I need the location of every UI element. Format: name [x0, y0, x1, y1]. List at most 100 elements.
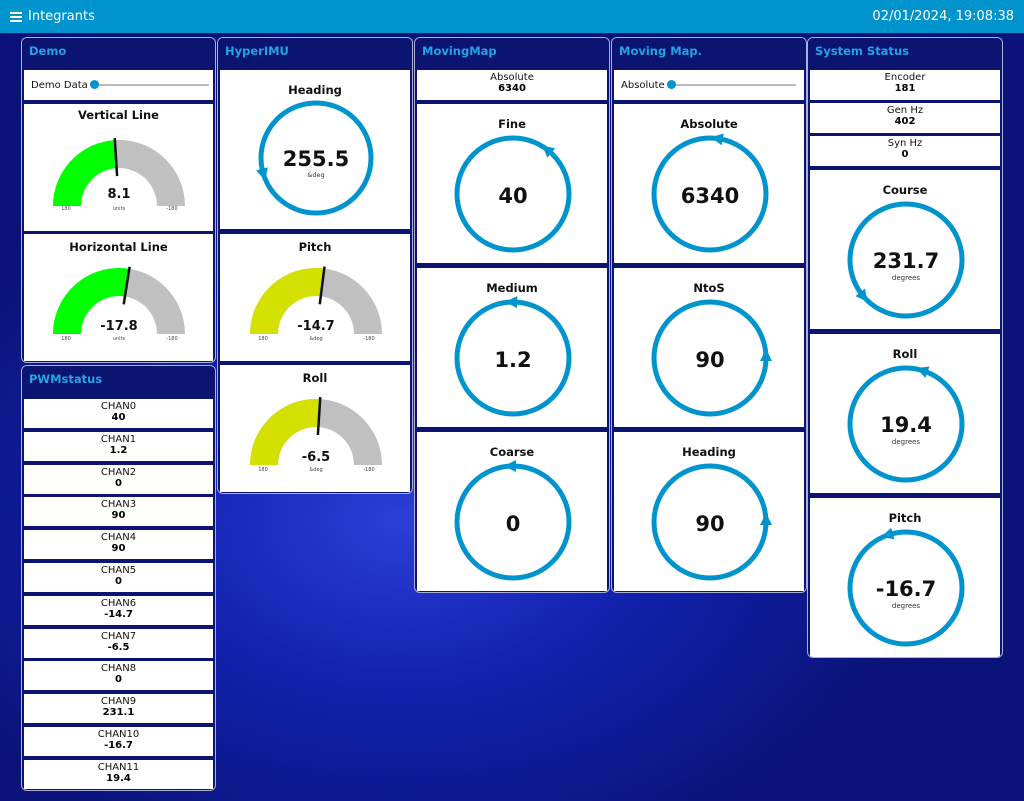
compass-value: 40 [498, 184, 527, 208]
text-label: Gen Hz [886, 105, 924, 116]
gen-hz-text-card: Gen Hz 402 [810, 103, 1000, 133]
encoder-text-card: Encoder 181 [810, 70, 1000, 100]
vertical-line-gauge-card: Vertical Line 8.1 units 180 -180 [24, 104, 213, 231]
text-label: CHAN2 [100, 466, 137, 478]
gauge-max-label: -180 [363, 467, 374, 473]
text-value: 0 [115, 576, 122, 587]
compass-title: NtoS [693, 281, 725, 295]
gauge-max-label: -180 [166, 206, 177, 212]
absolute-slider-card: Absolute [614, 70, 804, 100]
gauge-value: -6.5 [302, 450, 330, 465]
compass-title: Coarse [489, 445, 535, 459]
compass-units: degrees [892, 602, 921, 610]
text-label: CHAN1 [100, 433, 137, 445]
text-label: CHAN8 [100, 663, 137, 675]
gauge-max-label: -180 [363, 336, 374, 342]
compass-title: Course [882, 183, 928, 197]
group-moving-map-2: Moving Map. Absolute Absolute 6340 NtoS 90… [611, 37, 807, 593]
text-label: CHAN7 [100, 630, 137, 642]
gauge-max-label: -180 [166, 336, 177, 342]
compass-pointer-icon [760, 349, 772, 361]
compass-value: 6340 [681, 184, 739, 208]
compass-value: 90 [695, 348, 724, 372]
text-value: -16.7 [104, 740, 133, 751]
medium-compass-card: Medium 1.2 [417, 268, 607, 427]
ntos-compass-card: NtoS 90 [614, 268, 804, 427]
group-title: Demo [22, 38, 215, 70]
slider-label: Absolute [621, 79, 665, 91]
compass-units: &deg [307, 171, 324, 179]
gauge-units: units [113, 206, 126, 212]
compass-title: Pitch [888, 511, 922, 525]
compass-title: Medium [486, 281, 538, 295]
compass-pointer-icon [505, 296, 518, 309]
gauge-min-label: 180 [61, 206, 71, 212]
group-system-status: System Status Encoder 181 Gen Hz 402 Syn… [807, 37, 1003, 658]
pwm-channel-card: CHAN8 0 [24, 661, 213, 691]
group-demo: Demo Demo Data Vertical Line 8.1 units 1… [21, 37, 216, 363]
text-value: 40 [111, 412, 126, 423]
gauge-title: Vertical Line [78, 108, 159, 122]
gauge-title: Horizontal Line [69, 240, 168, 254]
compass-title: Absolute [680, 117, 738, 131]
text-value: 90 [111, 543, 126, 555]
heading-compass-card: Heading 255.5 &deg [220, 70, 410, 229]
gauge-min-label: 180 [61, 336, 71, 342]
text-label: CHAN11 [97, 761, 140, 773]
gauge-units: units [113, 336, 126, 342]
gauge-title: Heading [288, 83, 342, 97]
text-value: 0 [115, 477, 122, 489]
text-value: 1.2 [109, 444, 128, 456]
gauge-min-label: 180 [258, 467, 268, 473]
course-compass-card: Course 231.7 degrees [810, 170, 1000, 329]
pwm-channel-card: CHAN10 -16.7 [24, 727, 213, 756]
compass-value: 90 [695, 512, 724, 536]
text-label: Absolute [490, 72, 534, 83]
pwm-channel-card: CHAN9 231.1 [24, 694, 213, 724]
gauge-title: Pitch [298, 240, 332, 254]
gauge-title: Roll [302, 371, 328, 385]
gauge-value: 8.1 [107, 187, 130, 202]
text-label: Encoder [884, 72, 926, 83]
text-label: CHAN5 [100, 565, 137, 576]
gauge-value: -14.7 [297, 319, 334, 334]
slider-knob[interactable] [89, 80, 99, 89]
pwm-channel-card: CHAN7 -6.5 [24, 628, 213, 658]
hamburger-menu-icon[interactable] [10, 11, 22, 22]
pwm-channel-card: CHAN0 40 [24, 399, 213, 428]
group-title: Moving Map. [612, 38, 806, 70]
pwm-channel-card: CHAN11 19.4 [24, 759, 213, 789]
slider-knob[interactable] [666, 80, 676, 89]
group-title: System Status [808, 38, 1002, 70]
compass-pointer-icon [760, 513, 772, 525]
coarse-compass-card: Coarse 0 [417, 432, 607, 591]
compass-title: Roll [892, 347, 918, 361]
syn-hz-text-card: Syn Hz 0 [810, 136, 1000, 166]
demo-data-slider[interactable] [89, 80, 209, 89]
text-value: -14.7 [104, 608, 133, 620]
group-title: PWMstatus [22, 366, 215, 398]
compass-units: degrees [892, 438, 921, 446]
compass-units: degrees [892, 274, 921, 282]
gauge-value: -17.8 [100, 319, 137, 334]
gauge-min-label: 180 [258, 336, 268, 342]
absolute-text-card: Absolute 6340 [417, 70, 607, 100]
text-value: 402 [894, 116, 916, 127]
group-hyperimu: HyperIMU Heading 255.5 &deg Pitch -14.7 … [217, 37, 413, 494]
compass-value: 255.5 [283, 147, 349, 171]
absolute-slider[interactable] [666, 80, 796, 89]
slider-label: Demo Data [31, 79, 88, 91]
text-value: 19.4 [106, 772, 131, 784]
datetime-display: 02/01/2024, 19:08:38 [872, 9, 1014, 24]
gauge-units: &deg [309, 467, 322, 473]
text-value: 231.1 [102, 707, 135, 719]
compass-pointer-icon [916, 366, 930, 378]
pitch-compass-card: Pitch -16.7 degrees [810, 498, 1000, 657]
compass-value: -16.7 [876, 577, 937, 601]
pitch-gauge-card: Pitch -14.7 &deg 180 -180 [220, 234, 410, 361]
text-value: 0 [901, 149, 909, 160]
pwm-channel-card: CHAN6 -14.7 [24, 595, 213, 625]
roll-compass-card: Roll 19.4 degrees [810, 334, 1000, 493]
heading-compass-card: Heading 90 [614, 432, 804, 591]
horizontal-line-gauge-card: Horizontal Line -17.8 units 180 -180 [24, 234, 213, 361]
